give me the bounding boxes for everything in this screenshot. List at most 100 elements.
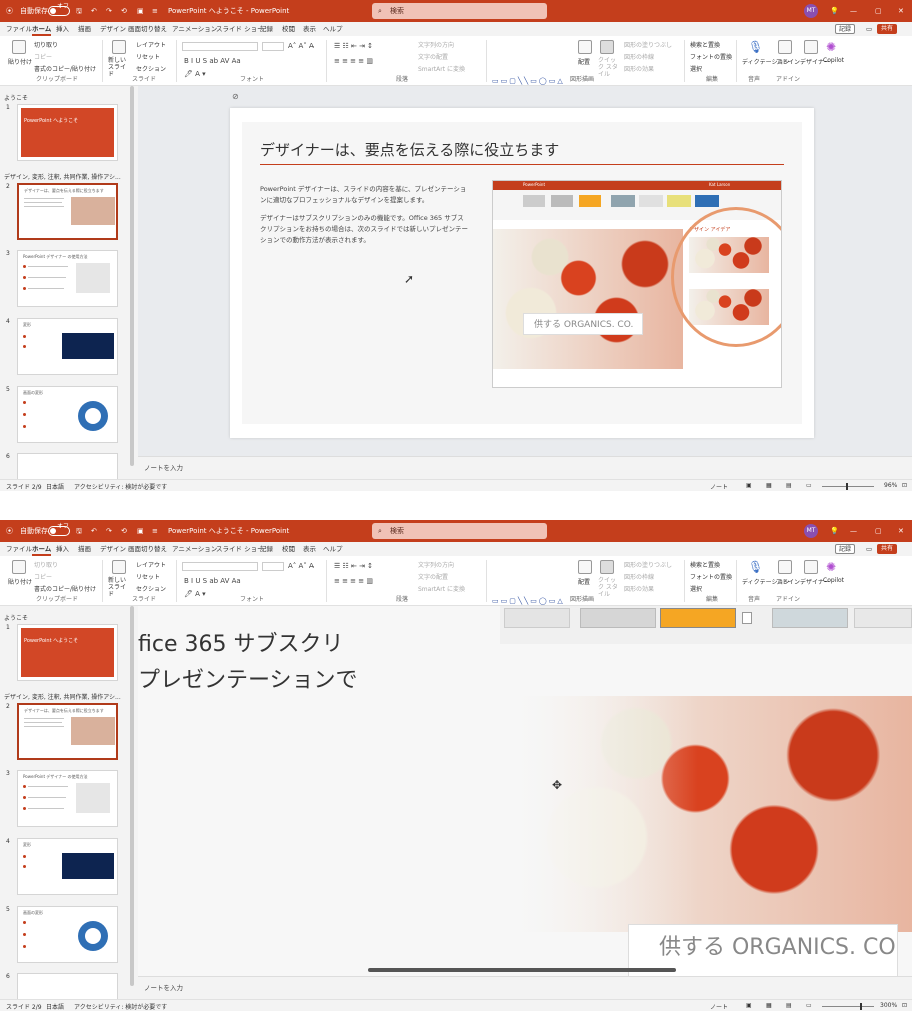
slide-thumbnail-5[interactable]: 画面の変形 (17, 906, 118, 963)
fit-slide-icon[interactable]: ⊡ (902, 1002, 907, 1009)
notes-toggle[interactable]: ノート (710, 1002, 728, 1011)
shape-fill-button[interactable]: 図形の塗りつぶし (624, 40, 672, 49)
copy-button[interactable]: コピー (34, 52, 52, 61)
addins-icon[interactable] (778, 40, 792, 54)
autosave-toggle[interactable]: オフ (48, 523, 70, 536)
tab-slideshow[interactable]: スライド ショー (216, 542, 264, 556)
close-button[interactable]: ✕ (898, 0, 904, 22)
restore-button[interactable]: ▢ (875, 0, 882, 22)
section-welcome[interactable]: ようこそ (4, 93, 28, 102)
slideshow-view-icon[interactable]: ▭ (806, 1002, 812, 1009)
cut-button[interactable]: 切り取り (34, 560, 58, 569)
slide-thumbnail-2[interactable]: デザイナーは、要点を伝える際に役立ちます (17, 183, 118, 240)
shape-effects-button[interactable]: 図形の効果 (624, 64, 654, 73)
redo-icon[interactable]: ↷ (106, 0, 112, 22)
zoom-level[interactable]: 300% (880, 1002, 897, 1009)
tab-draw[interactable]: 描画 (78, 22, 91, 36)
list-icons[interactable]: ☰ ☷ ⇤ ⇥ ↕ (334, 562, 373, 570)
save-icon[interactable]: 🖫 (76, 520, 82, 542)
tab-review[interactable]: 校閲 (282, 22, 295, 36)
notes-pane[interactable]: ノートを入力 (138, 976, 912, 999)
quick-styles-icon[interactable] (600, 40, 614, 54)
smartart-button[interactable]: SmartArt に変換 (418, 64, 465, 73)
search-box[interactable]: ⌕ 検索 (372, 523, 547, 539)
format-painter-button[interactable]: 書式のコピー/貼り付け (34, 584, 96, 593)
shape-outline-button[interactable]: 図形の枠線 (624, 572, 654, 581)
zoom-slider-thumb[interactable] (860, 1003, 862, 1010)
paste-button[interactable]: 貼り付け (8, 577, 32, 586)
tab-animations[interactable]: アニメーション (172, 542, 217, 556)
font-size-field[interactable] (262, 562, 284, 571)
reading-view-icon[interactable]: ▤ (786, 482, 792, 489)
tab-animations[interactable]: アニメーション (172, 22, 217, 36)
horizontal-scrollbar[interactable] (368, 968, 676, 972)
arrange-icon[interactable] (578, 40, 592, 54)
slide-thumbnail-3[interactable]: PowerPoint デザイナー の使用方法 (17, 770, 118, 827)
comments-icon[interactable]: ▭ (866, 22, 872, 36)
panel-scrollbar[interactable] (130, 606, 134, 986)
shape-effects-button[interactable]: 図形の効果 (624, 584, 654, 593)
tab-view[interactable]: 表示 (303, 542, 316, 556)
notes-toggle[interactable]: ノート (710, 482, 728, 491)
tab-file[interactable]: ファイル (6, 542, 32, 556)
font-format-icons[interactable]: B I U S ab AV Aa (184, 577, 241, 585)
font-name-field[interactable] (182, 562, 258, 571)
minimize-button[interactable]: — (850, 520, 857, 542)
cut-button[interactable]: 切り取り (34, 40, 58, 49)
new-slide-icon[interactable] (112, 560, 126, 574)
tab-insert[interactable]: 挿入 (56, 22, 69, 36)
slide-editor-area-zoomed[interactable]: fice 365 サブスクリ プレゼンテーションで 供する ORGANICS. … (138, 606, 912, 976)
designer-screenshot-image[interactable]: PowerPoint Kat Larson 供する ORGANICS. CO. … (492, 180, 782, 388)
tab-file[interactable]: ファイル (6, 22, 32, 36)
slide-thumbnail-1[interactable]: PowerPoint へようこそ (17, 104, 118, 161)
arrange-button[interactable]: 配置 (578, 577, 590, 586)
language-status[interactable]: 日本語 (46, 482, 64, 491)
tab-record[interactable]: 記録 (260, 542, 273, 556)
text-direction-button[interactable]: 文字列の方向 (418, 40, 454, 49)
quick-styles-button[interactable]: クイック スタイル (598, 577, 620, 598)
accessibility-status[interactable]: アクセシビリティ: 検討が必要です (74, 1002, 167, 1011)
align-text-button[interactable]: 文字の配置 (418, 572, 448, 581)
normal-view-icon[interactable]: ▣ (746, 482, 752, 489)
record-button[interactable]: 記録 (835, 544, 856, 554)
section-design[interactable]: デザイン, 変形, 注釈, 共同作業, 操作アシ... (4, 172, 121, 181)
designer-icon[interactable] (804, 40, 818, 54)
present-icon[interactable]: ▣ (137, 0, 144, 22)
notes-pane[interactable]: ノートを入力 (138, 456, 912, 479)
lightbulb-icon[interactable]: 💡 (830, 520, 839, 542)
replace-button[interactable]: フォントの置換 (690, 52, 732, 61)
section-button[interactable]: セクション (136, 64, 166, 73)
new-slide-icon[interactable] (112, 40, 126, 54)
new-slide-button[interactable]: 新しい スライド (108, 577, 128, 598)
slide-body-text[interactable]: PowerPoint デザイナーは、スライドの内容を基に、プレゼンテーションに適… (260, 184, 470, 246)
zoom-slider[interactable] (822, 1006, 874, 1007)
restore-button[interactable]: ▢ (875, 520, 882, 542)
select-button[interactable]: 選択 (690, 584, 702, 593)
slide-thumbnail-6[interactable] (17, 973, 118, 999)
avatar[interactable]: MT (804, 4, 818, 18)
language-status[interactable]: 日本語 (46, 1002, 64, 1011)
reset-icon[interactable]: ⟲ (121, 0, 127, 22)
copilot-icon[interactable]: ✺ (826, 40, 836, 54)
align-text-button[interactable]: 文字の配置 (418, 52, 448, 61)
addins-button[interactable]: アドイン (776, 57, 800, 66)
font-format-icons[interactable]: B I U S ab AV Aa (184, 57, 241, 65)
paste-button[interactable]: 貼り付け (8, 57, 32, 66)
tab-home[interactable]: ホーム (32, 22, 52, 36)
reset-icon[interactable]: ⟲ (121, 520, 127, 542)
paste-icon[interactable] (12, 40, 26, 54)
quick-styles-button[interactable]: クイック スタイル (598, 57, 620, 78)
tab-help[interactable]: ヘルプ (323, 22, 343, 36)
lightbulb-icon[interactable]: 💡 (830, 0, 839, 22)
slide-thumbnail-3[interactable]: PowerPoint デザイナー の使用方法 (17, 250, 118, 307)
tab-draw[interactable]: 描画 (78, 542, 91, 556)
slide-title[interactable]: デザイナーは、要点を伝える際に役立ちます (260, 139, 559, 160)
fit-slide-icon[interactable]: ⊡ (902, 482, 907, 489)
list-icons[interactable]: ☰ ☷ ⇤ ⇥ ↕ (334, 42, 373, 50)
normal-view-icon[interactable]: ▣ (746, 1002, 752, 1009)
designer-badge-icon[interactable]: ⊘ (232, 92, 239, 101)
slide-thumbnail-2[interactable]: デザイナーは、要点を伝える際に役立ちます (17, 703, 118, 760)
tab-record[interactable]: 記録 (260, 22, 273, 36)
slide-thumbnail-6[interactable] (17, 453, 118, 479)
zoom-level[interactable]: 96% (884, 482, 897, 489)
